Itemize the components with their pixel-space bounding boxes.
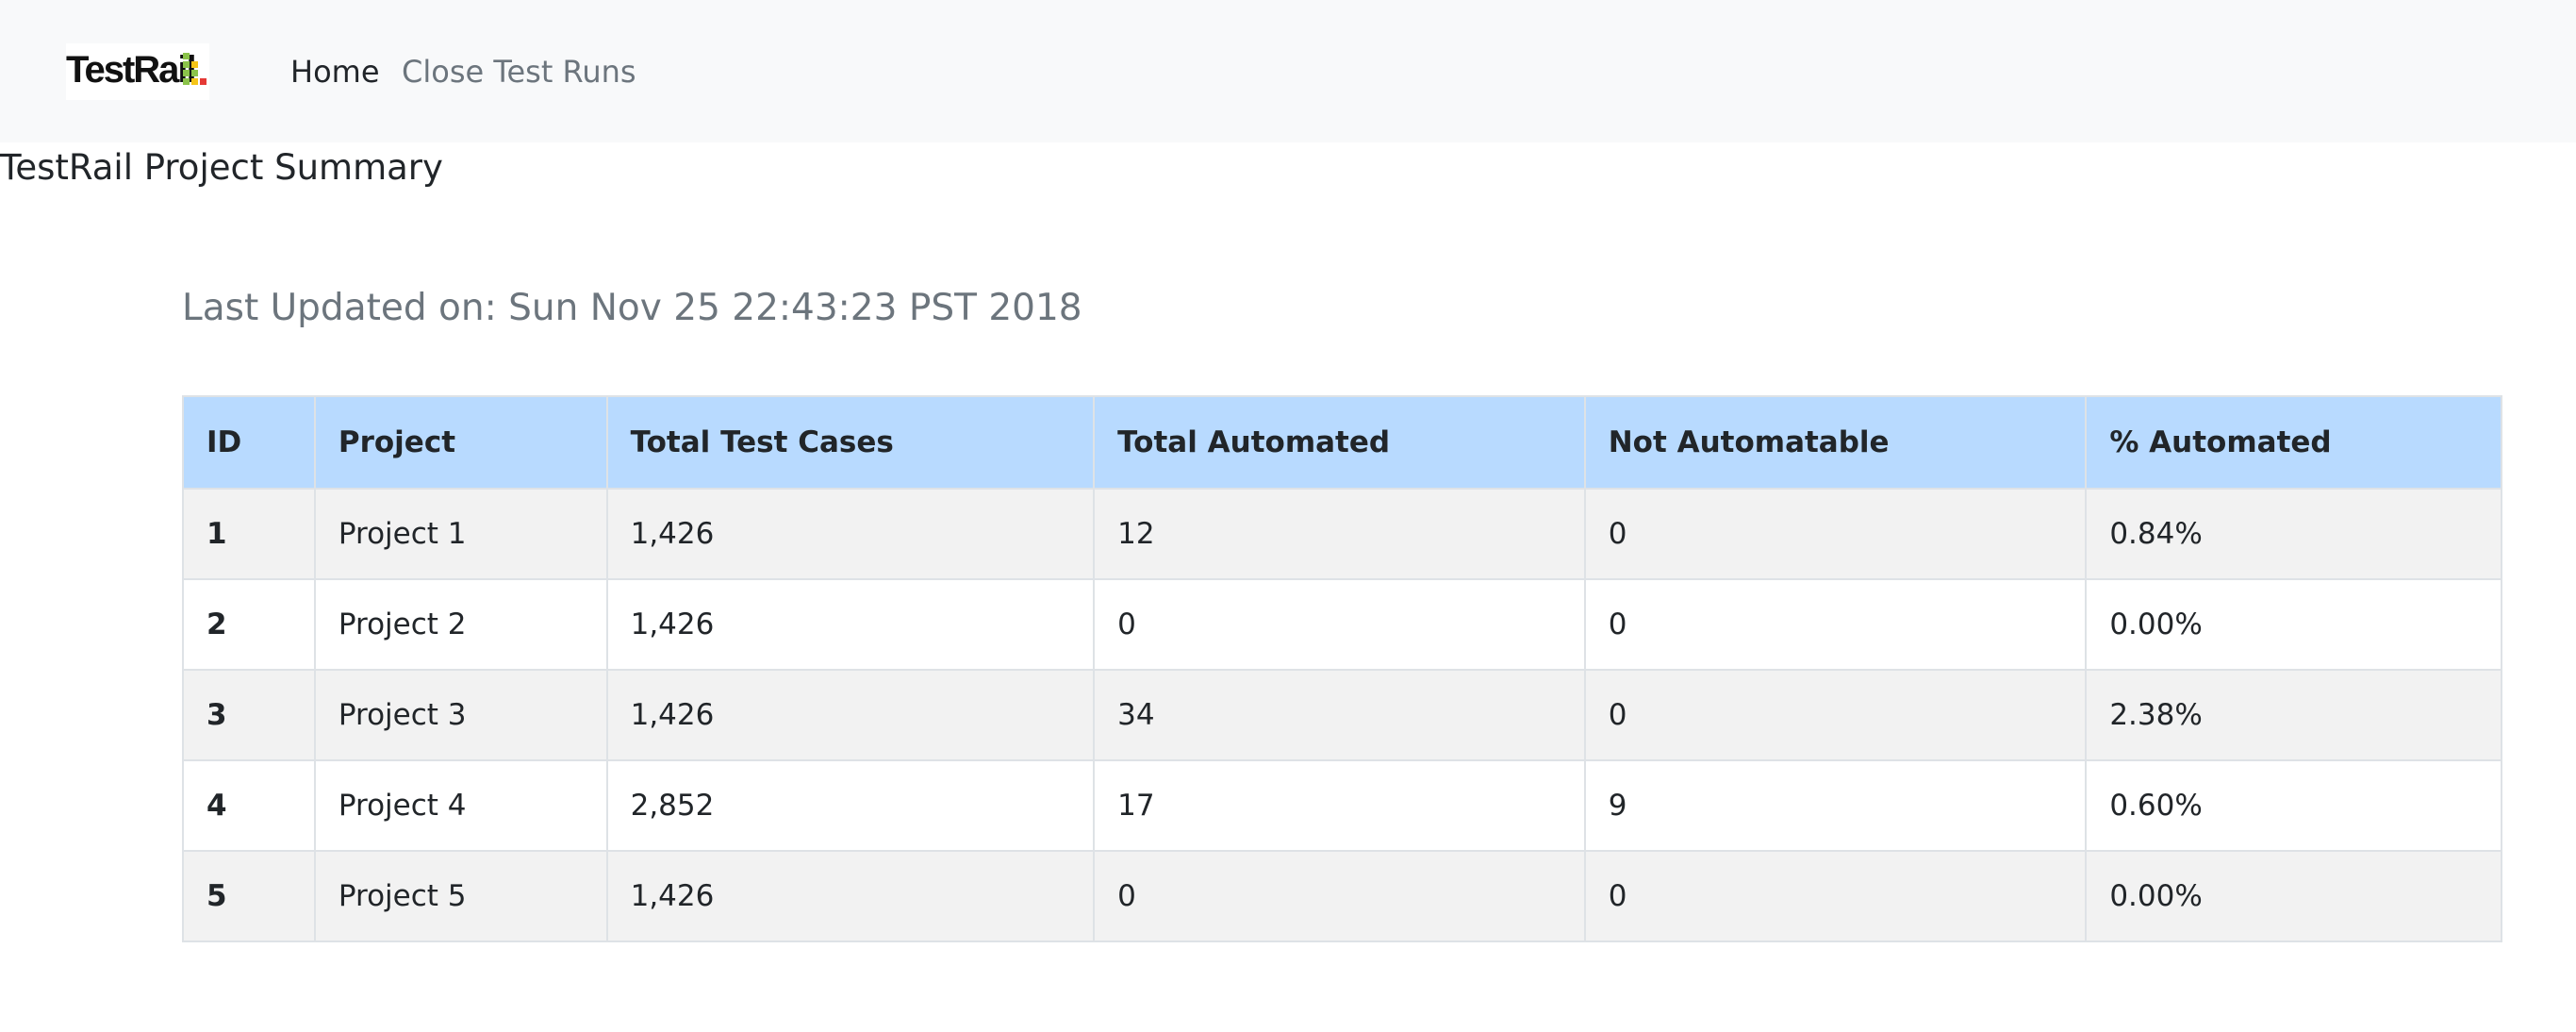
cell-id: 2 bbox=[182, 578, 316, 671]
cell-total-test-cases: 2,852 bbox=[605, 759, 1096, 852]
cell-percent-automated: 0.60% bbox=[2085, 759, 2502, 852]
cell-total-automated: 0 bbox=[1093, 578, 1586, 671]
cell-id: 3 bbox=[182, 669, 316, 761]
cell-percent-automated: 0.00% bbox=[2085, 578, 2502, 671]
cell-not-automatable: 0 bbox=[1583, 578, 2088, 671]
testrail-logo[interactable]: TestRail bbox=[66, 43, 209, 100]
cell-total-automated: 0 bbox=[1093, 850, 1586, 942]
cell-percent-automated: 2.38% bbox=[2085, 669, 2502, 761]
project-summary-table: ID Project Total Test Cases Total Automa… bbox=[182, 395, 2502, 942]
cell-total-test-cases: 1,426 bbox=[605, 850, 1096, 942]
table-row: 1 Project 1 1,426 12 0 0.84% bbox=[182, 488, 2502, 580]
cell-not-automatable: 0 bbox=[1583, 669, 2088, 761]
cell-id: 4 bbox=[182, 759, 316, 852]
cell-not-automatable: 0 bbox=[1583, 488, 2088, 580]
last-updated-text: Last Updated on: Sun Nov 25 22:43:23 PST… bbox=[182, 285, 1082, 332]
nav-close-test-runs-link[interactable]: Close Test Runs bbox=[402, 53, 636, 91]
header-total-automated: Total Automated bbox=[1093, 395, 1586, 490]
last-updated-value: Sun Nov 25 22:43:23 PST 2018 bbox=[508, 287, 1082, 329]
cell-project: Project 3 bbox=[313, 669, 608, 761]
last-updated-label: Last Updated on: bbox=[182, 287, 497, 329]
header-not-automatable: Not Automatable bbox=[1583, 395, 2088, 490]
cell-percent-automated: 0.84% bbox=[2085, 488, 2502, 580]
header-id: ID bbox=[182, 395, 316, 490]
cell-not-automatable: 0 bbox=[1583, 850, 2088, 942]
header-percent-automated: % Automated bbox=[2085, 395, 2502, 490]
table-row: 4 Project 4 2,852 17 9 0.60% bbox=[182, 759, 2502, 852]
cell-total-test-cases: 1,426 bbox=[605, 488, 1096, 580]
cell-total-automated: 17 bbox=[1093, 759, 1586, 852]
nav-home-link[interactable]: Home bbox=[290, 53, 380, 91]
header-total-test-cases: Total Test Cases bbox=[605, 395, 1096, 490]
cell-project: Project 4 bbox=[313, 759, 608, 852]
logo-wordmark: TestRail bbox=[66, 49, 197, 91]
cell-total-test-cases: 1,426 bbox=[605, 669, 1096, 761]
table-row: 3 Project 3 1,426 34 0 2.38% bbox=[182, 669, 2502, 761]
cell-id: 1 bbox=[182, 488, 316, 580]
logo-blocks-icon bbox=[183, 53, 206, 85]
page-title: TestRail Project Summary bbox=[0, 147, 443, 188]
cell-total-test-cases: 1,426 bbox=[605, 578, 1096, 671]
table-header-row: ID Project Total Test Cases Total Automa… bbox=[182, 395, 2502, 490]
navbar: TestRail Home Close Test Runs bbox=[0, 0, 2576, 142]
cell-project: Project 5 bbox=[313, 850, 608, 942]
header-project: Project bbox=[313, 395, 608, 490]
cell-project: Project 1 bbox=[313, 488, 608, 580]
cell-percent-automated: 0.00% bbox=[2085, 850, 2502, 942]
table-row: 2 Project 2 1,426 0 0 0.00% bbox=[182, 578, 2502, 671]
cell-not-automatable: 9 bbox=[1583, 759, 2088, 852]
table-row: 5 Project 5 1,426 0 0 0.00% bbox=[182, 850, 2502, 942]
cell-project: Project 2 bbox=[313, 578, 608, 671]
cell-total-automated: 34 bbox=[1093, 669, 1586, 761]
cell-total-automated: 12 bbox=[1093, 488, 1586, 580]
cell-id: 5 bbox=[182, 850, 316, 942]
